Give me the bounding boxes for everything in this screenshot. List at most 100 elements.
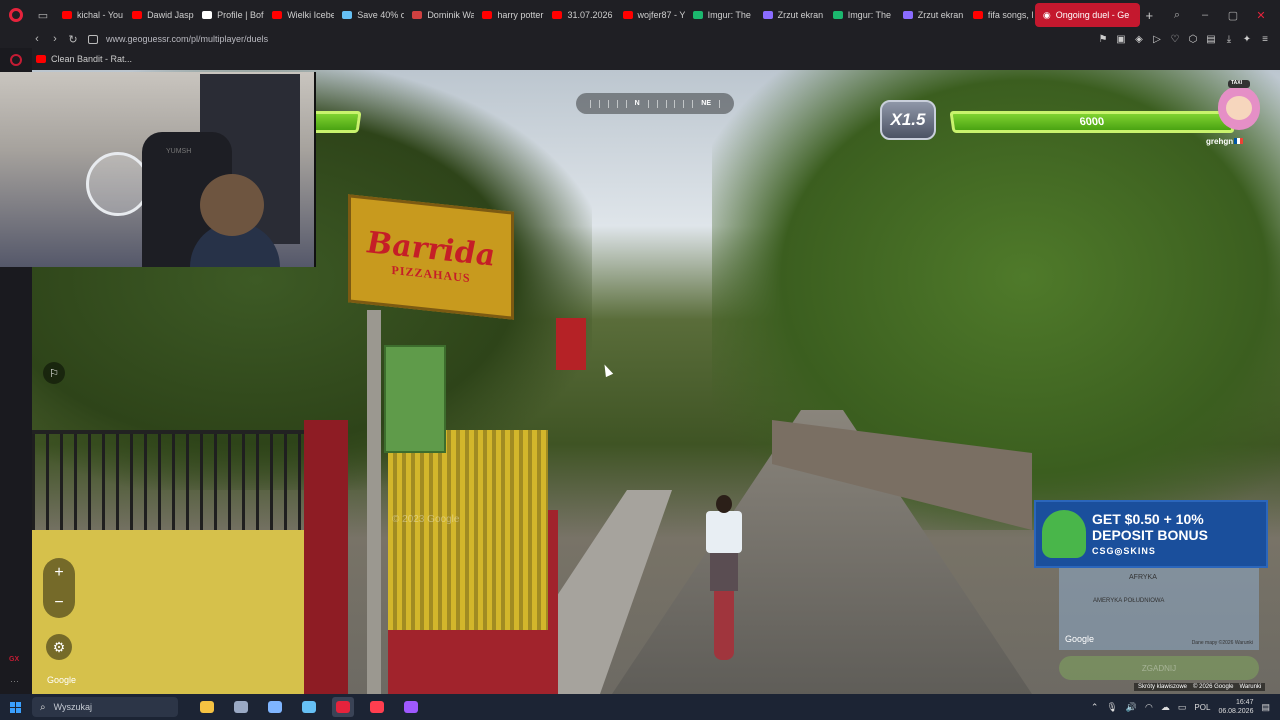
browser-tab[interactable]: wojfer87 - Y [615,3,685,27]
back-icon[interactable]: ‹ [28,33,46,45]
battery-icon[interactable]: ▭ [1178,702,1187,713]
bookmark-label: Clean Bandit - Rat... [51,54,133,64]
guess-button[interactable]: ZGADNIJ [1059,656,1259,680]
tab-label: Zrzut ekran [917,10,964,20]
browser-tab[interactable]: 31.07.2026 [544,3,614,27]
language-indicator[interactable]: POL [1194,703,1210,712]
browser-tab[interactable]: Dawid Jasp [124,3,194,27]
browser-tab[interactable]: Imgur: The [825,3,895,27]
menu-icon[interactable]: ≡ [1260,34,1270,45]
browser-tab[interactable]: Wielki Icebe [264,3,334,27]
browser-tab[interactable]: harry potter [474,3,544,27]
wifi-icon[interactable]: ◠ [1145,702,1153,713]
heart-icon[interactable]: ♡ [1170,34,1180,45]
report-icon[interactable]: ⚐ [43,362,65,384]
opera-gx-icon[interactable] [332,697,354,717]
sidebar-more-icon[interactable]: ··· [10,676,19,686]
opera-gx-logo-icon[interactable] [0,0,32,30]
snapshot-icon[interactable]: ▣ [1116,34,1126,45]
search-tabs-icon[interactable]: ⌕ [1170,9,1184,22]
tray-clock[interactable]: 16:47 06.08.2026 [1218,698,1253,716]
tab-label: harry potter [497,10,544,20]
compass-tick [625,99,627,108]
clock-time: 16:47 [1235,699,1254,706]
player2-health-bar: 6000 [949,111,1235,133]
red-banner [556,318,586,370]
shop-sign: Barrida PIZZAHAUS [348,194,514,320]
csgoskins-ad-banner[interactable]: GET $0.50 + 10% DEPOSIT BONUS CSG◎SKINS [1034,500,1268,568]
tray-chevron-icon[interactable]: ⌃ [1091,702,1099,713]
tab-strip: kichal - You Dawid Jasp Profile | Bof Wielk… [54,0,1158,30]
browser-tab[interactable]: Zrzut ekran [755,3,825,27]
notifications-icon[interactable]: ▤ [1261,702,1270,713]
url-field[interactable]: www.geoguessr.com/pl/multiplayer/duels [106,34,1098,44]
obs-icon[interactable] [400,697,422,717]
ad-brand: CSG◎SKINS [1092,546,1156,556]
player2-avatar: TAXI [1216,80,1262,136]
steam-icon[interactable] [298,697,320,717]
player-icon[interactable]: ▷ [1152,34,1162,45]
forward-icon[interactable]: › [46,33,64,45]
compass-tick [589,99,591,108]
compass-northeast-label: NE [701,100,712,107]
lock-icon[interactable] [88,34,98,44]
compass[interactable]: N NE [576,93,734,114]
window-controls: ⌕ – ▢ ✕ [1158,9,1280,22]
audio-playing-icon[interactable]: ◉ [1043,10,1051,21]
wallet-icon[interactable]: ▤ [1206,34,1216,45]
damage-multiplier-badge: X1.5 [880,100,936,140]
minimap-terms[interactable]: Dane mapy ©2026 Warunki [1192,640,1253,646]
avatar-cap-label: TAXI [1231,80,1243,86]
browser-tab[interactable]: Imgur: The [685,3,755,27]
taskbar-pinned-apps [196,697,422,717]
zoom-in-button[interactable]: + [54,564,63,582]
shield-icon[interactable]: ◈ [1134,34,1144,45]
browser-tab[interactable]: Profile | Bof [194,3,264,27]
terms-link[interactable]: Warunki [1239,684,1261,690]
webcam-fan [86,152,150,216]
browser-tab-active[interactable]: ◉ Ongoing duel - Ge [1034,3,1141,27]
search-placeholder: Wyszukaj [53,702,93,712]
compass-north-label: N [634,100,640,107]
minimize-icon[interactable]: – [1198,9,1212,21]
tab-label: fifa songs, l [987,10,1034,20]
zoom-out-button[interactable]: − [54,594,63,612]
opera-icon[interactable] [366,697,388,717]
maximize-icon[interactable]: ▢ [1226,9,1240,22]
taskbar-search[interactable]: ⌕ Wyszukaj [32,697,178,717]
guess-minimap[interactable]: AFRYKA AMERYKA POŁUDNIOWA Google Dane ma… [1059,568,1259,650]
browser-tab[interactable]: Save 40% o [334,3,404,27]
ai-icon[interactable]: ✦ [1242,34,1252,45]
new-tab-button[interactable]: + [1140,8,1158,23]
settings-app-icon[interactable] [264,697,286,717]
streetview-footer: Skróty klawiszowe © 2026 Google Warunki [1134,683,1266,691]
browser-tab[interactable]: Dominik Wa [404,3,474,27]
close-window-icon[interactable]: ✕ [1254,9,1268,22]
file-explorer-icon[interactable] [196,697,218,717]
tab-favicon-icon [342,11,353,19]
gear-icon[interactable]: ⚙ [46,634,72,660]
bookmark-item[interactable]: Clean Bandit - Rat... [32,54,132,64]
cloud-icon[interactable]: ☁ [1161,702,1170,713]
browser-tab[interactable]: Zrzut ekran [895,3,965,27]
sidebar-opera-icon[interactable] [10,54,22,66]
green-banner [384,345,446,453]
browser-tab[interactable]: fifa songs, l [965,3,1035,27]
windows-start-icon[interactable] [0,701,30,713]
extensions-icon[interactable]: ⬡ [1188,34,1198,45]
compass-tick [656,99,658,108]
tab-overview-icon[interactable]: ▭ [32,9,54,22]
obs-icon-glyph [404,701,418,713]
sidebar-gx-icon[interactable]: GX [9,656,19,663]
terminal-icon[interactable] [230,697,252,717]
bookmark-icon[interactable]: ⚑ [1098,34,1108,45]
download-icon[interactable]: ⤓ [1224,34,1234,45]
tab-favicon-icon [902,11,913,19]
reload-icon[interactable]: ↻ [64,33,82,46]
browser-tab[interactable]: kichal - You [54,3,124,27]
tab-label: Save 40% o [357,10,405,20]
microphone-icon[interactable]: 🎙 [1106,702,1117,713]
keyboard-shortcuts-link[interactable]: Skróty klawiszowe [1138,684,1187,690]
speaker-icon[interactable]: 🔊 [1126,702,1137,713]
player2-name: grehgn [1206,137,1234,146]
